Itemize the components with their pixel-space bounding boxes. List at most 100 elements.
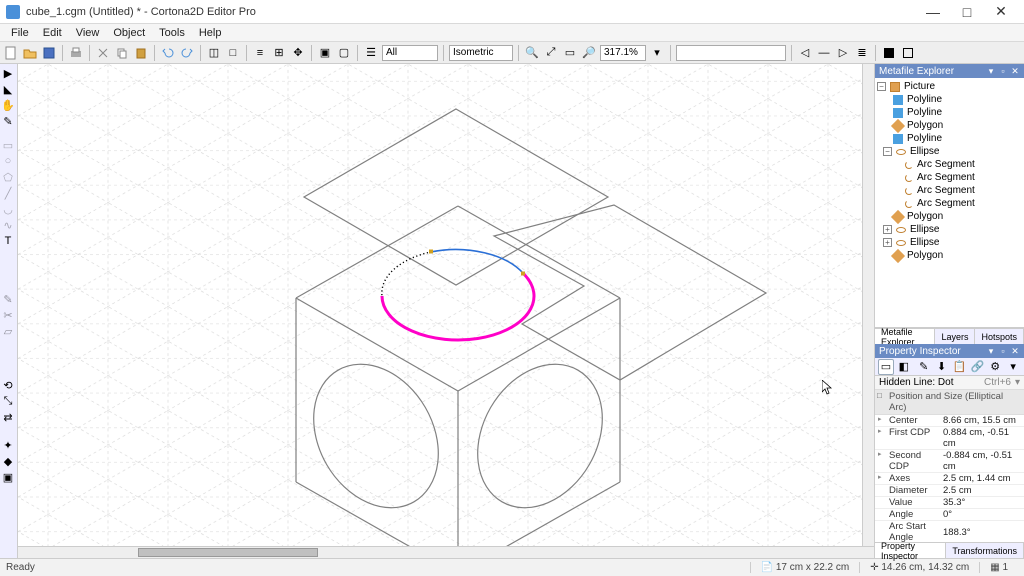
eyedropper-icon[interactable]: ✎ (1, 292, 15, 306)
zoom-window-icon[interactable]: ▭ (562, 45, 578, 61)
tab-metafile-explorer[interactable]: Metafile Explorer (875, 329, 935, 344)
prop-axes-v[interactable]: 2.5 cm, 1.44 cm (939, 473, 1024, 484)
mirror-icon[interactable]: ⇄ (1, 410, 15, 424)
menu-view[interactable]: View (69, 26, 107, 40)
back-icon[interactable]: ▢ (336, 45, 352, 61)
prop-diameter-v[interactable]: 2.5 cm (939, 485, 1024, 496)
insp-link-icon[interactable]: 🔗 (969, 359, 985, 375)
menu-file[interactable]: File (4, 26, 36, 40)
canvas[interactable] (18, 64, 874, 558)
tab-property-inspector[interactable]: Property Inspector (875, 543, 946, 558)
menu-help[interactable]: Help (192, 26, 229, 40)
tree-item[interactable]: Polyline (907, 107, 942, 118)
tree-expand-icon[interactable]: − (883, 147, 892, 156)
save-icon[interactable] (41, 45, 57, 61)
tab-transformations[interactable]: Transformations (946, 543, 1024, 558)
zoom-out-icon[interactable]: 🔎 (581, 45, 597, 61)
paste-icon[interactable] (133, 45, 149, 61)
insp-picker-icon[interactable]: ✎ (916, 359, 932, 375)
layer-select[interactable] (382, 45, 438, 61)
prop-secondcdp-v[interactable]: -0.884 cm, -0.51 cm (939, 450, 1024, 472)
panel-min-icon[interactable]: ▫ (998, 66, 1008, 76)
hand-tool-icon[interactable]: ✋ (1, 98, 15, 112)
insp-apply-icon[interactable]: ⬇ (934, 359, 950, 375)
insp-gear-icon[interactable]: ⚙ (987, 359, 1003, 375)
prop-firstcdp-v[interactable]: 0.884 cm, -0.51 cm (939, 427, 1024, 449)
layers-icon[interactable]: ☰ (363, 45, 379, 61)
undo-icon[interactable] (160, 45, 176, 61)
canvas-scroll-v[interactable] (862, 64, 874, 546)
front-icon[interactable]: ▣ (317, 45, 333, 61)
tree-item[interactable]: Polyline (907, 94, 942, 105)
text-tool-icon[interactable]: T (1, 234, 15, 248)
pen-tool-icon[interactable]: ✎ (1, 114, 15, 128)
eraser-icon[interactable]: ▱ (1, 324, 15, 338)
panel-close-icon[interactable]: ✕ (1010, 346, 1020, 356)
arc-tool-icon[interactable]: ◡ (1, 202, 15, 216)
node-edit-icon[interactable]: ✦ (1, 438, 15, 452)
tab-hotspots[interactable]: Hotspots (975, 329, 1024, 344)
menu-edit[interactable]: Edit (36, 26, 69, 40)
align-icon[interactable]: ≡ (252, 45, 268, 61)
zoom-input[interactable] (600, 45, 646, 61)
prop-center-v[interactable]: 8.66 cm, 15.5 cm (939, 415, 1024, 426)
redo-icon[interactable] (179, 45, 195, 61)
tree-item[interactable]: Arc Segment (917, 198, 975, 209)
tree-item[interactable]: Ellipse (910, 237, 939, 248)
zoom-dropdown-icon[interactable]: ▾ (649, 45, 665, 61)
rotate-icon[interactable]: ⟲ (1, 378, 15, 392)
minimize-button[interactable]: — (916, 1, 950, 23)
line-end-icon[interactable]: ▷ (835, 45, 851, 61)
polygon-tool-icon[interactable]: ⬠ (1, 170, 15, 184)
tree-root[interactable]: Picture (904, 81, 935, 92)
rect-tool-icon[interactable]: ▭ (1, 138, 15, 152)
line-start-icon[interactable]: ◁ (797, 45, 813, 61)
menu-tools[interactable]: Tools (152, 26, 192, 40)
panel-close-icon[interactable]: ✕ (1010, 66, 1020, 76)
insp-sel-icon[interactable]: ◧ (896, 359, 912, 375)
maximize-button[interactable]: □ (950, 1, 984, 23)
snap-icon[interactable]: ⊞ (271, 45, 287, 61)
tree-item[interactable]: Polygon (907, 120, 943, 131)
tree-item[interactable]: Arc Segment (917, 172, 975, 183)
move-icon[interactable]: ✥ (290, 45, 306, 61)
direct-select-icon[interactable]: ◣ (1, 82, 15, 96)
tab-layers[interactable]: Layers (935, 329, 975, 344)
panel-pin-icon[interactable]: ▾ (986, 66, 996, 76)
tree-item[interactable]: Ellipse (910, 146, 939, 157)
shape-icon[interactable]: ◆ (1, 454, 15, 468)
tree-item[interactable]: Arc Segment (917, 159, 975, 170)
panel-min-icon[interactable]: ▫ (998, 346, 1008, 356)
stroke-color-icon[interactable] (900, 45, 916, 61)
tree-expand-icon[interactable]: + (883, 238, 892, 247)
prop-angle-v[interactable]: 0° (939, 509, 1024, 520)
copy-icon[interactable] (114, 45, 130, 61)
print-icon[interactable] (68, 45, 84, 61)
close-button[interactable]: ✕ (984, 1, 1018, 23)
tree-item[interactable]: Ellipse (910, 224, 939, 235)
insp-more-icon[interactable]: ▾ (1005, 359, 1021, 375)
group-icon[interactable]: ◫ (206, 45, 222, 61)
prop-arcstart-v[interactable]: 188.3° (939, 521, 1024, 542)
fill-color-icon[interactable] (881, 45, 897, 61)
tree-item[interactable]: Polygon (907, 211, 943, 222)
tree-expand-icon[interactable]: − (877, 82, 886, 91)
zoom-in-icon[interactable]: 🔍 (524, 45, 540, 61)
ellipse-tool-icon[interactable]: ○ (1, 154, 15, 168)
group-position[interactable]: Position and Size (Elliptical Arc) (875, 390, 1024, 415)
menu-object[interactable]: Object (106, 26, 152, 40)
prop-value-v[interactable]: 35.3° (939, 497, 1024, 508)
style-select[interactable] (676, 45, 786, 61)
select-tool-icon[interactable]: ▶ (1, 66, 15, 80)
knife-icon[interactable]: ✂ (1, 308, 15, 322)
open-icon[interactable] (22, 45, 38, 61)
ungroup-icon[interactable]: □ (225, 45, 241, 61)
cut-icon[interactable] (95, 45, 111, 61)
canvas-scroll-h[interactable] (18, 546, 874, 558)
zoom-fit-icon[interactable]: ⤢ (543, 45, 559, 61)
line-weight-icon[interactable]: ≣ (854, 45, 870, 61)
panel-pin-icon[interactable]: ▾ (986, 346, 996, 356)
line-tool-icon[interactable]: ╱ (1, 186, 15, 200)
tree-item[interactable]: Arc Segment (917, 185, 975, 196)
insp-copy-icon[interactable]: 📋 (952, 359, 968, 375)
